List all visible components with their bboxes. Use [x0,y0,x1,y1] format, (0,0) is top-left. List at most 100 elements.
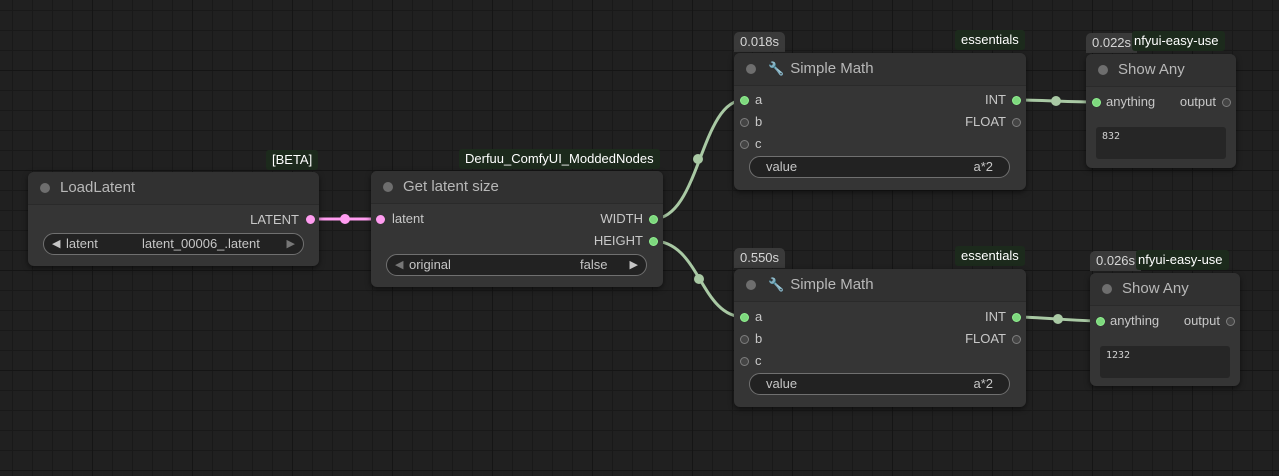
widget-value: a*2 [973,159,993,174]
get-latent-size-output-height[interactable]: HEIGHT [594,231,643,251]
arrow-left-icon[interactable]: ◀ [395,255,403,275]
link-latent-midpoint[interactable] [340,214,350,224]
show-any-top-node[interactable]: Show Any anything output 832 [1086,54,1236,168]
float-output-dot[interactable] [1012,118,1021,127]
show-any-top-header[interactable]: Show Any [1086,54,1236,87]
widget-label: value [766,376,798,391]
output-label: LATENT [250,212,299,227]
simple-math-bottom-header[interactable]: 🔧 Simple Math [734,269,1026,302]
anything-input-dot[interactable] [1092,98,1101,107]
width-output-dot[interactable] [649,215,658,224]
input-label: anything [1106,94,1156,109]
input-label: anything [1110,313,1160,328]
input-c-dot[interactable] [740,140,749,149]
widget-value: false [580,257,608,272]
simple-math-top-input-c[interactable]: c [755,134,762,154]
output-label: INT [985,92,1006,107]
show-any-top-input-anything[interactable]: anything [1106,92,1155,112]
show-any-bottom-title: Show Any [1122,280,1189,297]
output-label: output [1179,94,1216,109]
show-any-top-title: Show Any [1118,61,1185,78]
simple-math-bottom-badge: essentials [955,246,1025,266]
load-latent-output-dot[interactable] [306,215,315,224]
get-latent-size-input-latent[interactable]: latent [392,209,424,229]
output-dot[interactable] [1222,98,1231,107]
arrow-left-icon[interactable]: ◀ [52,234,60,254]
show-any-bottom-header[interactable]: Show Any [1090,273,1240,306]
simple-math-bottom-time: 0.550s [734,248,786,268]
input-label: b [755,331,763,346]
input-label: a [755,309,763,324]
get-latent-size-output-width[interactable]: WIDTH [600,209,643,229]
output-label: FLOAT [965,331,1006,346]
simple-math-top-node[interactable]: 🔧 Simple Math a b c INT FLOAT value a*2 [734,53,1026,190]
simple-math-top-badge: essentials [955,30,1025,50]
input-b-dot[interactable] [740,118,749,127]
link-width-midpoint[interactable] [693,154,703,164]
height-output-dot[interactable] [649,237,658,246]
collapse-dot-icon[interactable] [383,182,393,192]
float-output-dot[interactable] [1012,335,1021,344]
show-any-bottom-node[interactable]: Show Any anything output 1232 [1090,273,1240,386]
output-label: HEIGHT [593,233,643,248]
widget-label: value [766,159,798,174]
simple-math-top-input-a[interactable]: a [755,90,762,110]
collapse-dot-icon[interactable] [1098,65,1108,75]
widget-label: latent [66,236,98,251]
show-any-top-display[interactable]: 832 [1096,127,1226,159]
simple-math-top-output-int[interactable]: INT [985,90,1006,110]
title-text: Simple Math [790,276,874,293]
latent-combo-widget[interactable]: ◀ latent latent_00006_.latent ▶ [43,233,304,255]
anything-input-dot[interactable] [1096,317,1105,326]
value-text-widget[interactable]: value a*2 [749,373,1010,395]
collapse-dot-icon[interactable] [1102,284,1112,294]
get-latent-size-node[interactable]: Get latent size latent WIDTH HEIGHT ◀ or… [371,171,663,287]
value-text-widget[interactable]: value a*2 [749,156,1010,178]
collapse-dot-icon[interactable] [40,183,50,193]
simple-math-top-output-float[interactable]: FLOAT [965,112,1006,132]
input-a-dot[interactable] [740,96,749,105]
arrow-right-icon[interactable]: ▶ [630,255,638,275]
simple-math-bottom-input-b[interactable]: b [755,329,762,349]
link-int-bottom-midpoint[interactable] [1053,314,1063,324]
input-label: a [755,92,763,107]
show-any-top-output[interactable]: output [1180,92,1216,112]
simple-math-top-input-b[interactable]: b [755,112,762,132]
output-label: FLOAT [965,114,1006,129]
output-dot[interactable] [1226,317,1235,326]
get-latent-size-title: Get latent size [403,178,499,195]
show-any-bottom-time: 0.026s [1090,251,1142,271]
input-c-dot[interactable] [740,357,749,366]
link-height-midpoint[interactable] [694,274,704,284]
collapse-dot-icon[interactable] [746,64,756,74]
int-output-dot[interactable] [1012,313,1021,322]
load-latent-header[interactable]: LoadLatent [28,172,319,205]
int-output-dot[interactable] [1012,96,1021,105]
get-latent-size-input-dot[interactable] [376,215,385,224]
simple-math-top-title: 🔧 Simple Math [768,60,874,77]
simple-math-bottom-node[interactable]: 🔧 Simple Math a b c INT FLOAT value a*2 [734,269,1026,407]
original-toggle-widget[interactable]: ◀ original false ▶ [386,254,647,276]
load-latent-output-latent[interactable]: LATENT [250,210,299,230]
simple-math-bottom-input-c[interactable]: c [755,351,762,371]
input-label: c [755,353,762,368]
simple-math-top-time: 0.018s [734,32,786,52]
widget-value: a*2 [973,376,993,391]
arrow-right-icon[interactable]: ▶ [287,234,295,254]
link-int-top-midpoint[interactable] [1051,96,1061,106]
input-b-dot[interactable] [740,335,749,344]
show-any-bottom-display[interactable]: 1232 [1100,346,1230,378]
show-any-bottom-input-anything[interactable]: anything [1110,311,1159,331]
show-any-top-time: 0.022s [1086,33,1138,53]
input-a-dot[interactable] [740,313,749,322]
simple-math-top-header[interactable]: 🔧 Simple Math [734,53,1026,86]
show-any-bottom-badge: nfyui-easy-use [1136,250,1229,270]
collapse-dot-icon[interactable] [746,280,756,290]
simple-math-bottom-output-int[interactable]: INT [985,307,1006,327]
output-label: output [1183,313,1220,328]
show-any-bottom-output[interactable]: output [1184,311,1220,331]
load-latent-node[interactable]: LoadLatent LATENT ◀ latent latent_00006_… [28,172,319,266]
simple-math-bottom-input-a[interactable]: a [755,307,762,327]
simple-math-bottom-output-float[interactable]: FLOAT [965,329,1006,349]
get-latent-size-header[interactable]: Get latent size [371,171,663,204]
